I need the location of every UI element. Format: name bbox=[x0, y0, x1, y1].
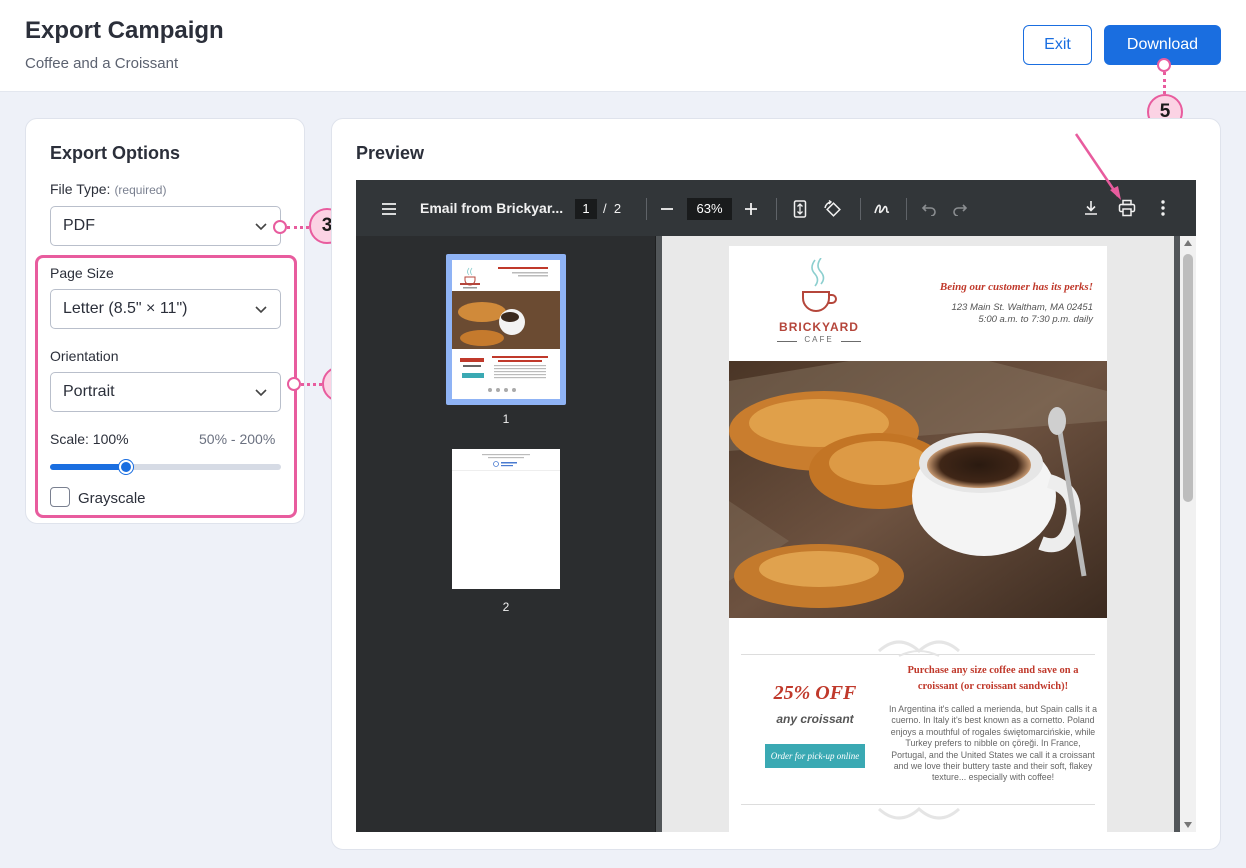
email-address: 123 Main St. Waltham, MA 02451 5:00 a.m. … bbox=[951, 302, 1093, 325]
scale-slider-handle[interactable] bbox=[119, 460, 133, 474]
page-number-input[interactable]: 1 bbox=[575, 199, 597, 219]
orientation-select[interactable]: Portrait bbox=[50, 372, 281, 412]
chevron-down-icon bbox=[255, 389, 267, 397]
file-type-select[interactable]: PDF bbox=[50, 206, 281, 246]
orientation-value: Portrait bbox=[63, 383, 115, 400]
callout-anchor bbox=[273, 220, 287, 234]
page-thumbnail-2[interactable] bbox=[452, 449, 560, 589]
exit-button[interactable]: Exit bbox=[1023, 25, 1092, 65]
scale-slider[interactable] bbox=[50, 460, 281, 474]
orientation-label: Orientation bbox=[50, 348, 119, 364]
required-note: (required) bbox=[114, 183, 167, 197]
brand-subtitle: CAFE bbox=[804, 335, 834, 344]
export-options-title: Export Options bbox=[50, 143, 180, 163]
order-online-button[interactable]: Order for pick-up online bbox=[765, 744, 865, 768]
toolbar-divider bbox=[646, 198, 647, 220]
coffee-croissant-photo bbox=[729, 361, 1107, 618]
page-thumbnail-1[interactable] bbox=[446, 254, 566, 405]
scale-range: 50% - 200% bbox=[199, 431, 276, 447]
redo-icon[interactable] bbox=[949, 198, 971, 220]
zoom-in-icon[interactable] bbox=[740, 198, 762, 220]
more-options-icon[interactable] bbox=[1152, 197, 1174, 219]
toolbar-divider bbox=[776, 198, 777, 220]
menu-icon[interactable] bbox=[378, 198, 400, 220]
thumbnail-page-content bbox=[452, 260, 560, 399]
page-total: / 2 bbox=[603, 201, 622, 216]
page-subtitle: Coffee and a Croissant bbox=[25, 55, 179, 72]
offer-subtitle: any croissant bbox=[776, 712, 854, 726]
callout-connector bbox=[1163, 72, 1166, 94]
offer-headline: 25% OFF bbox=[773, 682, 857, 704]
callout-anchor bbox=[287, 377, 301, 391]
email-page: BRICKYARD CAFE Being our customer has it… bbox=[729, 246, 1107, 832]
scale-slider-fill bbox=[50, 464, 126, 470]
zoom-out-icon[interactable] bbox=[656, 198, 678, 220]
zoom-level-input[interactable]: 63% bbox=[687, 198, 732, 220]
scrollbar-thumb[interactable] bbox=[1183, 254, 1193, 502]
grayscale-label: Grayscale bbox=[78, 490, 146, 507]
rotate-icon[interactable] bbox=[820, 197, 844, 221]
pdf-viewer: Email from Brickyar... 1 / 2 63% 1 2 BRI… bbox=[356, 180, 1196, 832]
thumbnail-label-2: 2 bbox=[502, 600, 510, 614]
brand-rule bbox=[841, 341, 861, 342]
pdf-toolbar: Email from Brickyar... 1 / 2 63% bbox=[356, 180, 1196, 236]
fit-page-icon[interactable] bbox=[789, 197, 811, 221]
top-bar: Export Campaign Coffee and a Croissant E… bbox=[0, 0, 1246, 92]
undo-icon[interactable] bbox=[918, 198, 940, 220]
toolbar-divider bbox=[906, 198, 907, 220]
scroll-down-icon[interactable] bbox=[1184, 822, 1192, 828]
print-icon[interactable] bbox=[1115, 196, 1139, 220]
scroll-up-icon[interactable] bbox=[1184, 240, 1192, 246]
pdf-title: Email from Brickyar... bbox=[420, 200, 564, 216]
promo-body: In Argentina it's called a merienda, but… bbox=[888, 704, 1098, 783]
brand-name: BRICKYARD bbox=[779, 320, 859, 334]
preview-title: Preview bbox=[356, 143, 425, 163]
chevron-down-icon bbox=[255, 223, 267, 231]
document-pane: BRICKYARD CAFE Being our customer has it… bbox=[662, 236, 1174, 832]
scale-label: Scale: 100% bbox=[50, 431, 129, 447]
coffee-cup-logo bbox=[802, 258, 837, 312]
download-icon[interactable] bbox=[1080, 197, 1102, 219]
toolbar-divider bbox=[860, 198, 861, 220]
document-scrollbar[interactable] bbox=[1180, 236, 1196, 832]
callout-anchor bbox=[1157, 58, 1171, 72]
page-size-value: Letter (8.5" × 11") bbox=[63, 300, 188, 317]
annotate-pen-icon[interactable] bbox=[870, 197, 894, 221]
thumbnail-label-1: 1 bbox=[502, 412, 510, 426]
chevron-down-icon bbox=[255, 306, 267, 314]
callout-connector bbox=[287, 226, 309, 229]
file-type-label: File Type: (required) bbox=[50, 181, 167, 197]
page-title: Export Campaign bbox=[25, 17, 224, 44]
page-size-select[interactable]: Letter (8.5" × 11") bbox=[50, 289, 281, 329]
callout-connector bbox=[301, 383, 322, 386]
email-tagline: Being our customer has its perks! bbox=[939, 281, 1093, 293]
file-type-value: PDF bbox=[63, 217, 95, 234]
thumbnail-pane: 1 2 bbox=[356, 236, 656, 832]
page-size-label: Page Size bbox=[50, 265, 114, 281]
ornament-flourish bbox=[877, 806, 961, 820]
ornament-flourish bbox=[877, 640, 961, 657]
promo-heading: Purchase any size coffee and save on a c… bbox=[907, 665, 1079, 692]
grayscale-checkbox[interactable] bbox=[50, 487, 70, 507]
